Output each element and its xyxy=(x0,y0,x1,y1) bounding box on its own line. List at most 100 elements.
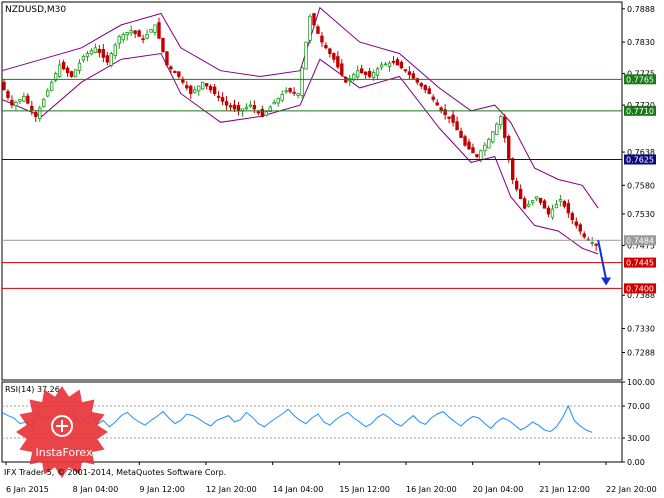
candle-body xyxy=(197,85,201,92)
candle-body xyxy=(356,70,360,78)
candle-body xyxy=(173,70,177,74)
candle-body xyxy=(236,105,241,112)
instaforex-logo-badge xyxy=(16,386,108,478)
candle-body xyxy=(169,66,173,70)
candle-body xyxy=(42,98,46,108)
candle-body xyxy=(550,208,555,218)
candle-body xyxy=(542,200,547,209)
candle-body xyxy=(49,81,54,91)
candle-body xyxy=(38,107,42,120)
level-label: 0.7445 xyxy=(626,259,654,268)
candle-body xyxy=(280,94,284,101)
rsi-title: RSI(14) 37.26 xyxy=(5,385,60,394)
candle-body xyxy=(324,44,328,49)
candle-body xyxy=(220,97,225,102)
candle-body xyxy=(18,98,22,102)
candle-body xyxy=(284,90,288,93)
candle-body xyxy=(133,30,137,34)
candle-body xyxy=(483,144,487,152)
candle-body xyxy=(435,102,439,106)
candle-body xyxy=(423,85,427,91)
time-tick-label: 14 Jan 04:00 xyxy=(273,485,324,494)
chart-title: NZDUSD,M30 xyxy=(5,5,66,15)
candle-body xyxy=(161,37,165,53)
price-tick-label: 0.7580 xyxy=(627,181,655,190)
candle-body xyxy=(407,71,412,75)
candle-body xyxy=(141,38,145,41)
candle-body xyxy=(395,59,400,66)
candle-body xyxy=(367,70,372,77)
price-tick-label: 0.7530 xyxy=(627,210,655,219)
time-tick-label: 22 Jan 20:00 xyxy=(606,485,657,494)
price-chart-panel[interactable]: NZDUSD,M30 0.78880.78300.77750.77200.7638… xyxy=(1,1,656,381)
candle-body xyxy=(201,81,205,90)
candle-body xyxy=(534,196,539,200)
candle-body xyxy=(371,72,376,78)
candle-body xyxy=(375,68,380,76)
candle-body xyxy=(582,233,586,238)
time-tick-label: 12 Jan 20:00 xyxy=(206,485,257,494)
candle-body xyxy=(153,24,157,33)
candle-body xyxy=(252,105,257,110)
rsi-tick-label: 100.00 xyxy=(627,378,655,387)
candle-body xyxy=(129,30,133,34)
rsi-tick-label: 70.00 xyxy=(627,402,650,411)
candle-body xyxy=(77,62,82,71)
candle-body xyxy=(232,104,237,110)
logo-text: InstaForex xyxy=(35,446,93,459)
candle-body xyxy=(244,106,249,109)
candle-body xyxy=(431,96,435,100)
candle-body xyxy=(65,67,70,74)
candle-body xyxy=(467,141,471,150)
candle-body xyxy=(89,50,94,55)
time-tick-label: 9 Jan 12:00 xyxy=(139,485,185,494)
candle-body xyxy=(145,34,149,39)
candle-body xyxy=(272,101,276,105)
price-panel-border xyxy=(1,1,623,381)
candle-body xyxy=(316,26,320,34)
candle-body xyxy=(81,56,86,61)
candle-body xyxy=(491,131,495,143)
candle-body xyxy=(487,139,491,149)
time-tick-label: 20 Jan 04:00 xyxy=(473,485,524,494)
candle-body xyxy=(499,116,503,126)
forecast-arrow-head xyxy=(601,277,612,286)
candle-body xyxy=(73,69,78,78)
candle-body xyxy=(208,86,213,91)
candle-body xyxy=(475,154,479,158)
candle-body xyxy=(276,98,280,104)
candle-body xyxy=(228,105,233,108)
candle-body xyxy=(204,83,209,87)
candle-body xyxy=(69,71,74,77)
candle-body xyxy=(6,91,10,98)
candle-body xyxy=(22,96,26,102)
candle-body xyxy=(526,203,531,207)
candle-body xyxy=(546,207,551,215)
candle-body xyxy=(256,111,261,114)
time-tick-label: 8 Jan 04:00 xyxy=(73,485,119,494)
candle-body xyxy=(399,61,404,69)
candle-body xyxy=(113,44,117,56)
candle-body xyxy=(383,63,388,66)
candle-body xyxy=(121,34,125,41)
candle-body xyxy=(30,105,34,111)
candle-body xyxy=(101,48,106,58)
candle-body xyxy=(109,53,113,66)
candle-body xyxy=(248,104,253,107)
candle-body xyxy=(296,93,300,96)
candle-body xyxy=(292,91,296,94)
candle-body xyxy=(57,64,62,77)
candle-body xyxy=(212,86,217,95)
candle-body xyxy=(479,150,483,161)
candle-body xyxy=(363,71,368,75)
candle-body xyxy=(558,199,563,202)
time-axis: 6 Jan 2015 8 Jan 04:00 9 Jan 12:00 12 Jan 2… xyxy=(5,462,657,494)
candle-body xyxy=(538,197,543,203)
level-label: 0.7400 xyxy=(626,284,654,293)
level-label: 0.7625 xyxy=(626,156,654,165)
candle-body xyxy=(451,114,455,123)
candle-body xyxy=(320,35,324,43)
candle-body xyxy=(125,32,129,36)
candle-body xyxy=(97,48,102,53)
candle-body xyxy=(419,83,423,87)
